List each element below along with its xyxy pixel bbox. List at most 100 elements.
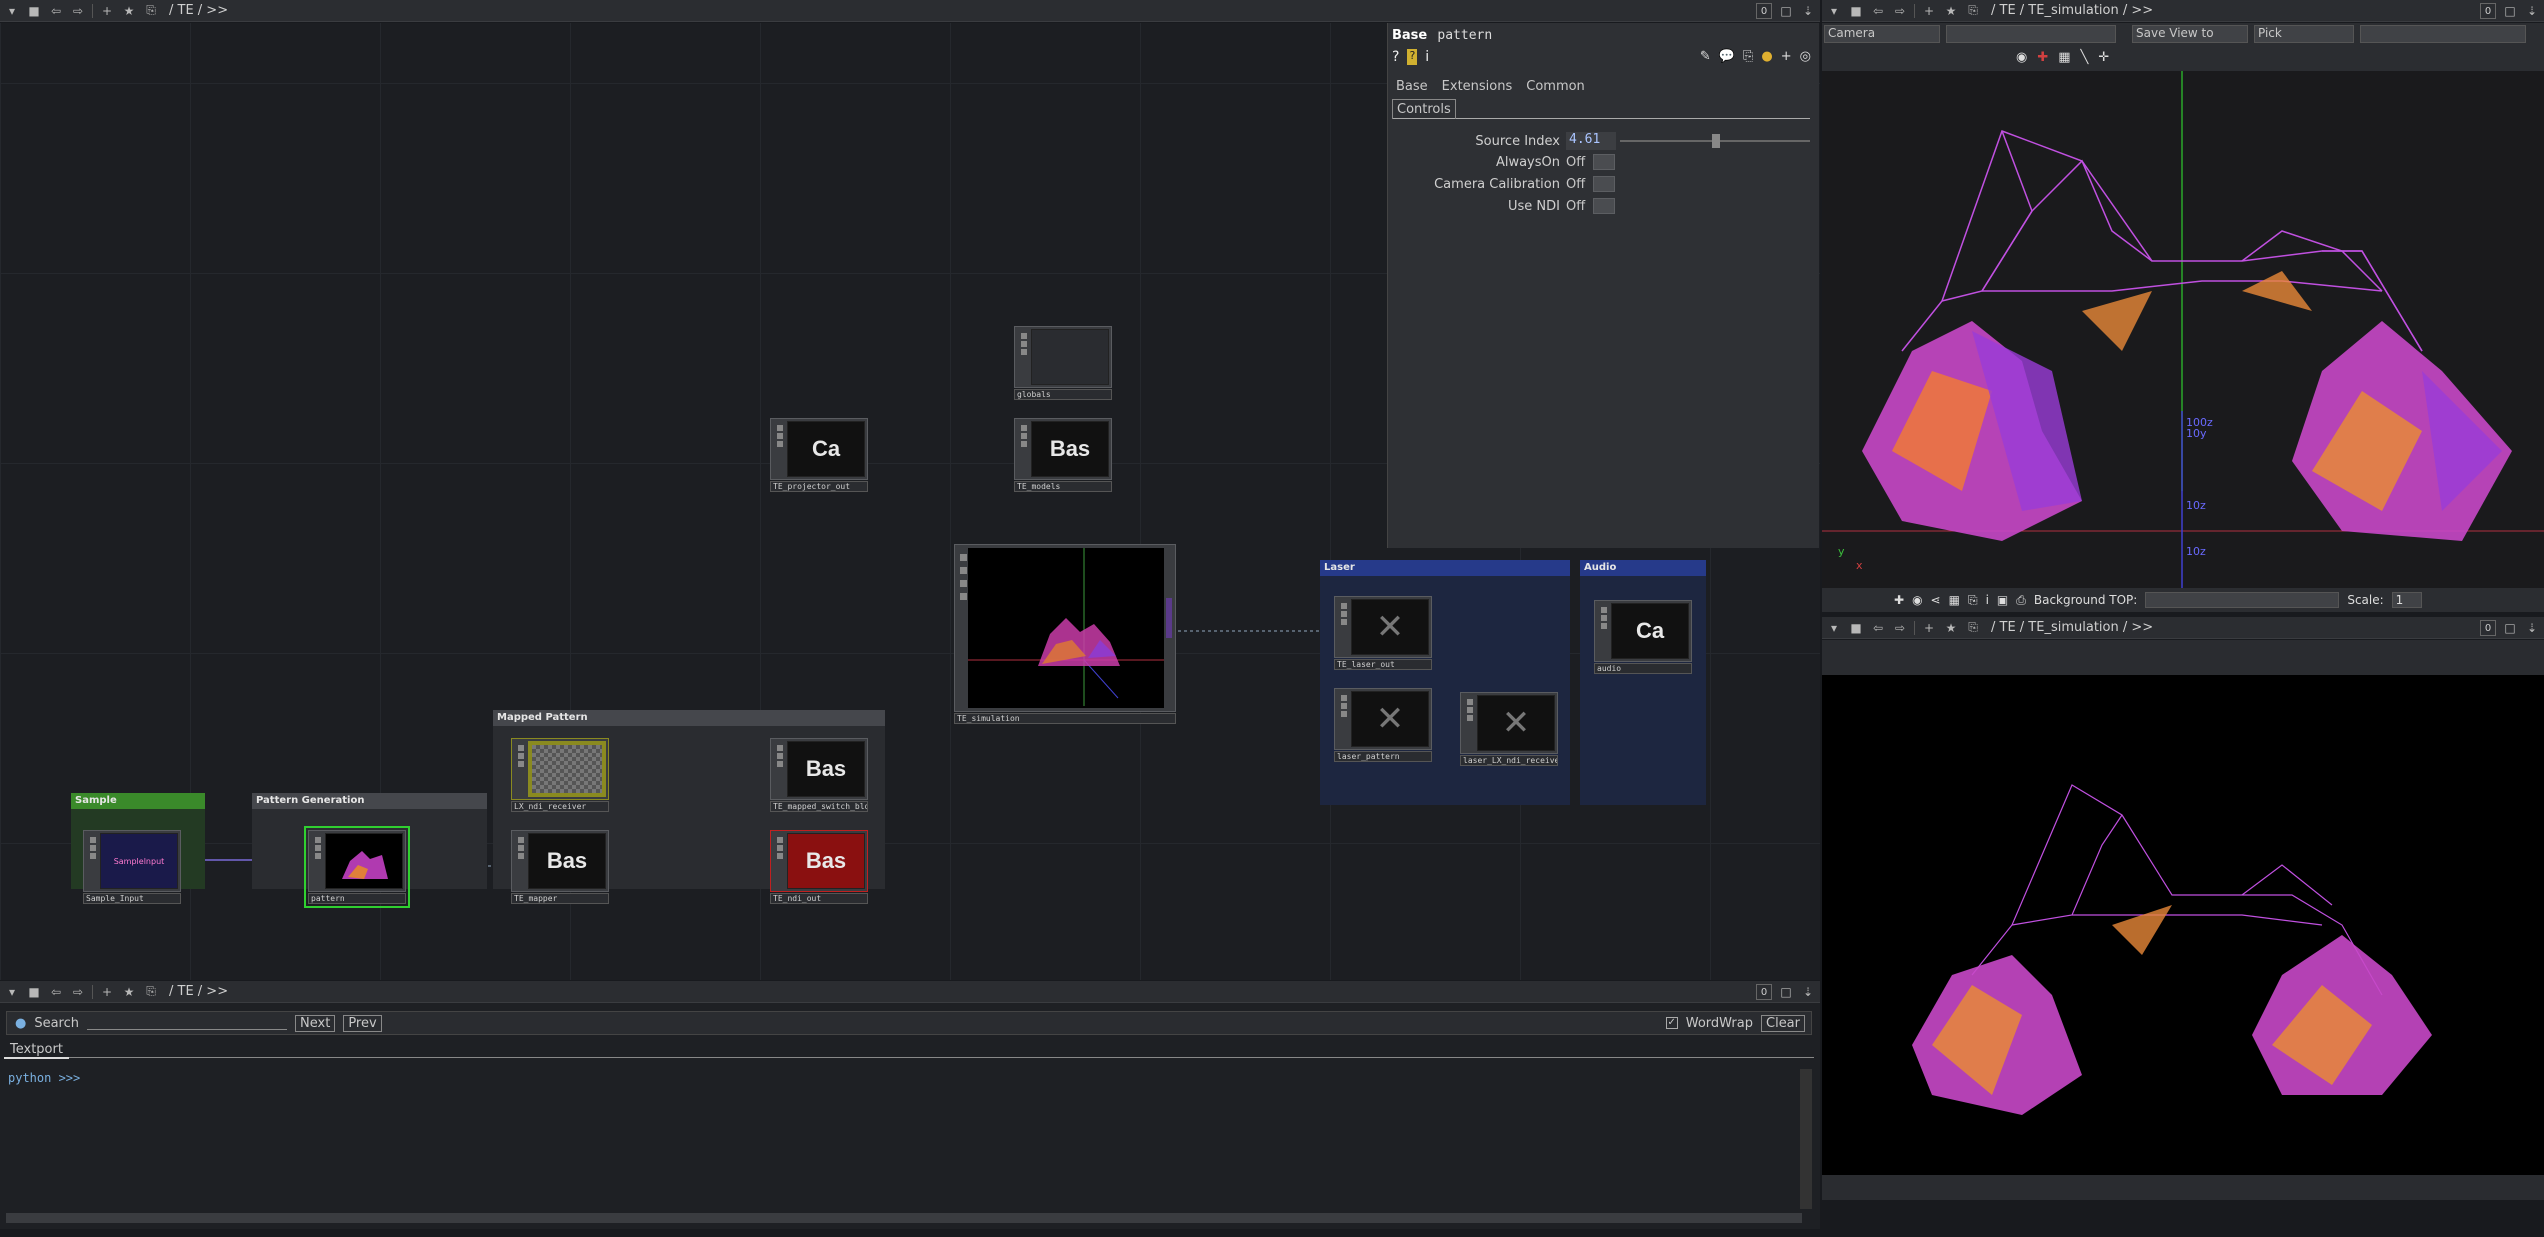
pencil-icon[interactable]: ╲ bbox=[2081, 50, 2089, 65]
link-icon[interactable]: ⎘ bbox=[1965, 3, 1981, 19]
network-path[interactable]: / TE / >> bbox=[169, 3, 228, 18]
tab-common[interactable]: Common bbox=[1526, 79, 1585, 94]
camera-name-field[interactable] bbox=[1946, 25, 2116, 43]
tab-base[interactable]: Base bbox=[1396, 79, 1428, 94]
textport-path[interactable]: / TE / >> bbox=[169, 984, 228, 999]
node-label[interactable]: LX_ndi_receiver bbox=[511, 801, 609, 812]
maximize-icon[interactable]: □ bbox=[2502, 3, 2518, 19]
node-te-models[interactable]: Bas TE_models bbox=[1014, 418, 1112, 492]
node-label[interactable]: TE_models bbox=[1014, 481, 1112, 492]
python-icon[interactable]: ● bbox=[1761, 49, 1772, 64]
menu-dropdown-icon[interactable]: ▾ bbox=[1826, 3, 1842, 19]
info-icon[interactable]: i bbox=[1986, 593, 1989, 607]
use-ndi-toggle[interactable] bbox=[1593, 198, 1616, 214]
stop-icon[interactable]: ■ bbox=[1848, 3, 1864, 19]
back-icon[interactable]: ⇦ bbox=[1870, 3, 1886, 19]
horizontal-scrollbar[interactable] bbox=[6, 1213, 1802, 1223]
maximize-icon[interactable]: □ bbox=[1778, 3, 1794, 19]
node-globals[interactable]: globals bbox=[1014, 326, 1112, 400]
add-icon[interactable]: + bbox=[99, 984, 115, 1000]
node-label[interactable]: laser_LX_ndi_receiver bbox=[1460, 755, 1558, 766]
source-index-field[interactable]: 4.61 bbox=[1566, 132, 1616, 150]
stop-icon[interactable]: ■ bbox=[26, 984, 42, 1000]
add-icon[interactable]: + bbox=[1781, 49, 1792, 64]
grid-icon[interactable]: ▦ bbox=[2058, 50, 2070, 65]
add-icon[interactable]: ✚ bbox=[1894, 593, 1904, 607]
node-audio[interactable]: Ca audio bbox=[1594, 600, 1692, 674]
add-icon[interactable]: + bbox=[1921, 3, 1937, 19]
node-flags[interactable] bbox=[1337, 599, 1351, 655]
node-flags[interactable] bbox=[773, 741, 787, 797]
stop-icon[interactable]: ■ bbox=[1848, 620, 1864, 636]
alwayson-toggle[interactable] bbox=[1593, 154, 1616, 170]
node-flags[interactable] bbox=[1597, 603, 1611, 659]
pin-icon[interactable]: ✚ bbox=[2037, 50, 2048, 65]
vertical-scrollbar[interactable] bbox=[1800, 1069, 1812, 1209]
star-icon[interactable]: ★ bbox=[121, 3, 137, 19]
stop-icon[interactable]: ■ bbox=[26, 3, 42, 19]
comment-icon[interactable]: 💬 bbox=[1719, 49, 1735, 64]
viewer-extra-field[interactable] bbox=[2360, 25, 2526, 43]
slider-handle[interactable] bbox=[1712, 134, 1720, 148]
node-flags[interactable] bbox=[86, 833, 100, 889]
node-label[interactable]: Sample_Input bbox=[83, 893, 181, 904]
python-help-icon[interactable]: ? bbox=[1407, 49, 1418, 65]
node-laser-lx-ndi-receiver[interactable]: ✕ laser_LX_ndi_receiver bbox=[1460, 692, 1558, 766]
node-te-ndi-out[interactable]: Bas TE_ndi_out bbox=[770, 830, 868, 904]
add-icon[interactable]: + bbox=[1921, 620, 1937, 636]
source-index-slider[interactable] bbox=[1620, 134, 1810, 148]
parameter-panel[interactable]: Base pattern ? ? i ✎ 💬 ⎘ ● + ◎ Base Exte… bbox=[1387, 23, 1819, 548]
node-label[interactable]: laser_pattern bbox=[1334, 751, 1432, 762]
node-te-mapper[interactable]: Bas TE_mapper bbox=[511, 830, 609, 904]
link-icon[interactable]: ⎘ bbox=[143, 984, 159, 1000]
node-flags[interactable] bbox=[1463, 695, 1477, 751]
subtab-controls[interactable]: Controls bbox=[1392, 99, 1456, 119]
dark-toggle-icon[interactable]: ▣ bbox=[1997, 593, 2008, 607]
back-icon[interactable]: ⇦ bbox=[48, 3, 64, 19]
back-icon[interactable]: ⇦ bbox=[1870, 620, 1886, 636]
crosshair-icon[interactable]: ✛ bbox=[2098, 50, 2109, 65]
node-label[interactable]: TE_mapped_switch_blo bbox=[770, 801, 868, 812]
forward-icon[interactable]: ⇨ bbox=[70, 984, 86, 1000]
share-icon[interactable]: ⋖ bbox=[1931, 593, 1941, 607]
info-icon[interactable]: i bbox=[1425, 49, 1429, 65]
help-icon[interactable]: ? bbox=[1392, 49, 1399, 65]
node-flags[interactable] bbox=[514, 833, 528, 889]
copy-icon[interactable]: ⎘ bbox=[1968, 593, 1978, 608]
scale-field[interactable]: 1 bbox=[2391, 592, 2422, 608]
node-label[interactable]: TE_laser_out bbox=[1334, 659, 1432, 670]
grid-icon[interactable]: ▦ bbox=[1949, 593, 1960, 607]
node-label[interactable]: globals bbox=[1014, 389, 1112, 400]
node-flags[interactable] bbox=[1017, 421, 1031, 477]
copy-icon[interactable]: ⎘ bbox=[1743, 49, 1753, 64]
group-audio[interactable]: Audio bbox=[1580, 560, 1706, 805]
node-label[interactable]: TE_ndi_out bbox=[770, 893, 868, 904]
link-icon[interactable]: ⎘ bbox=[143, 3, 159, 19]
node-flags[interactable] bbox=[958, 548, 968, 708]
python-prompt[interactable]: python >>> bbox=[8, 1071, 80, 1085]
star-icon[interactable]: ★ bbox=[1943, 3, 1959, 19]
node-flags[interactable] bbox=[514, 741, 528, 797]
node-te-laser-out[interactable]: ✕ TE_laser_out bbox=[1334, 596, 1432, 670]
maximize-icon[interactable]: □ bbox=[1778, 984, 1794, 1000]
tab-extensions[interactable]: Extensions bbox=[1442, 79, 1513, 94]
node-label[interactable]: audio bbox=[1594, 663, 1692, 674]
camera-calibration-toggle[interactable] bbox=[1593, 176, 1616, 192]
star-icon[interactable]: ★ bbox=[1943, 620, 1959, 636]
link-icon[interactable]: ⎘ bbox=[1965, 620, 1981, 636]
viewer-path[interactable]: / TE / TE_simulation / >> bbox=[1991, 3, 2153, 18]
edit-icon[interactable]: ✎ bbox=[1700, 49, 1711, 64]
node-label[interactable]: pattern bbox=[308, 893, 406, 904]
node-laser-pattern[interactable]: ✕ laser_pattern bbox=[1334, 688, 1432, 762]
wordwrap-checkbox[interactable]: ✓ bbox=[1665, 1017, 1678, 1029]
node-lx-ndi-receiver[interactable]: LX_ndi_receiver bbox=[511, 738, 609, 812]
node-sample-input[interactable]: Samplelnput Sample_Input bbox=[83, 830, 181, 904]
forward-icon[interactable]: ⇨ bbox=[1892, 3, 1908, 19]
save-view-select[interactable]: Save View to bbox=[2132, 25, 2248, 43]
split-icon[interactable]: ⇣ bbox=[1800, 3, 1816, 19]
clear-button[interactable]: Clear bbox=[1761, 1014, 1805, 1032]
split-icon[interactable]: ⇣ bbox=[2524, 620, 2540, 636]
background-top-field[interactable] bbox=[2145, 592, 2340, 608]
node-te-simulation[interactable]: TE_simulation bbox=[954, 544, 1176, 726]
star-icon[interactable]: ★ bbox=[121, 984, 137, 1000]
